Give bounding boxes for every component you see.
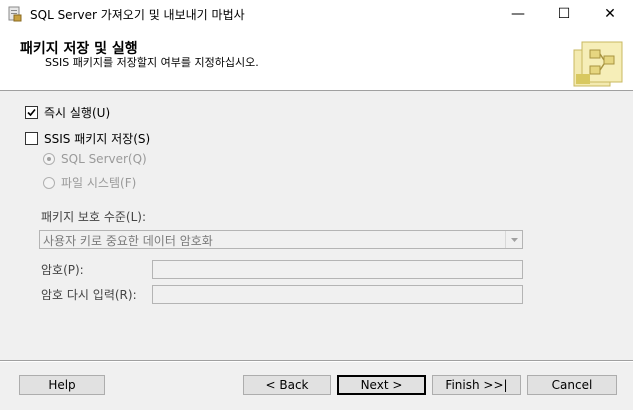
minimize-icon: —	[511, 6, 525, 22]
cancel-button[interactable]: Cancel	[527, 375, 617, 395]
back-button[interactable]: < Back	[243, 375, 331, 395]
footer-divider	[0, 360, 633, 362]
page-subtitle: SSIS 패키지를 저장할지 여부를 지정하십시오.	[45, 56, 259, 69]
save-ssis-package-checkbox[interactable]: SSIS 패키지 저장(S)	[25, 130, 150, 147]
title-bar: SQL Server 가져오기 및 내보내기 마법사 — ☐ ✕	[0, 0, 633, 28]
maximize-button[interactable]: ☐	[541, 0, 587, 28]
file-system-label: 파일 시스템(F)	[61, 176, 137, 190]
file-system-radio[interactable]: 파일 시스템(F)	[43, 174, 136, 191]
window-title: SQL Server 가져오기 및 내보내기 마법사	[30, 8, 245, 22]
checkbox-checked-icon	[25, 106, 38, 119]
save-ssis-package-label: SSIS 패키지 저장(S)	[44, 132, 151, 146]
wizard-header: 패키지 저장 및 실행 SSIS 패키지를 저장할지 여부를 지정하십시오.	[0, 28, 633, 91]
package-wizard-icon	[573, 41, 623, 87]
close-button[interactable]: ✕	[587, 0, 633, 28]
password-field[interactable]	[152, 260, 523, 279]
close-icon: ✕	[604, 6, 616, 22]
password-confirm-field[interactable]	[152, 285, 523, 304]
password-label: 암호(P):	[41, 263, 84, 277]
chevron-down-icon	[505, 231, 522, 248]
sql-server-label: SQL Server(Q)	[61, 152, 147, 166]
run-immediately-label: 즉시 실행(U)	[44, 106, 111, 120]
password-confirm-label: 암호 다시 입력(R):	[41, 288, 137, 302]
minimize-button[interactable]: —	[495, 0, 541, 28]
wizard-app-icon	[8, 6, 22, 22]
next-button[interactable]: Next >	[337, 375, 426, 395]
maximize-icon: ☐	[557, 6, 571, 22]
radio-selected-icon	[43, 153, 55, 165]
help-button[interactable]: Help	[19, 375, 105, 395]
sql-server-radio[interactable]: SQL Server(Q)	[43, 152, 147, 166]
radio-unselected-icon	[43, 176, 55, 189]
run-immediately-checkbox[interactable]: 즉시 실행(U)	[25, 104, 110, 121]
finish-button[interactable]: Finish >>|	[432, 375, 521, 395]
protection-level-label: 패키지 보호 수준(L):	[41, 210, 147, 224]
checkbox-unchecked-icon	[25, 132, 38, 145]
protection-level-value: 사용자 키로 중요한 데이터 암호화	[43, 234, 213, 248]
protection-level-select[interactable]: 사용자 키로 중요한 데이터 암호화	[39, 230, 523, 249]
